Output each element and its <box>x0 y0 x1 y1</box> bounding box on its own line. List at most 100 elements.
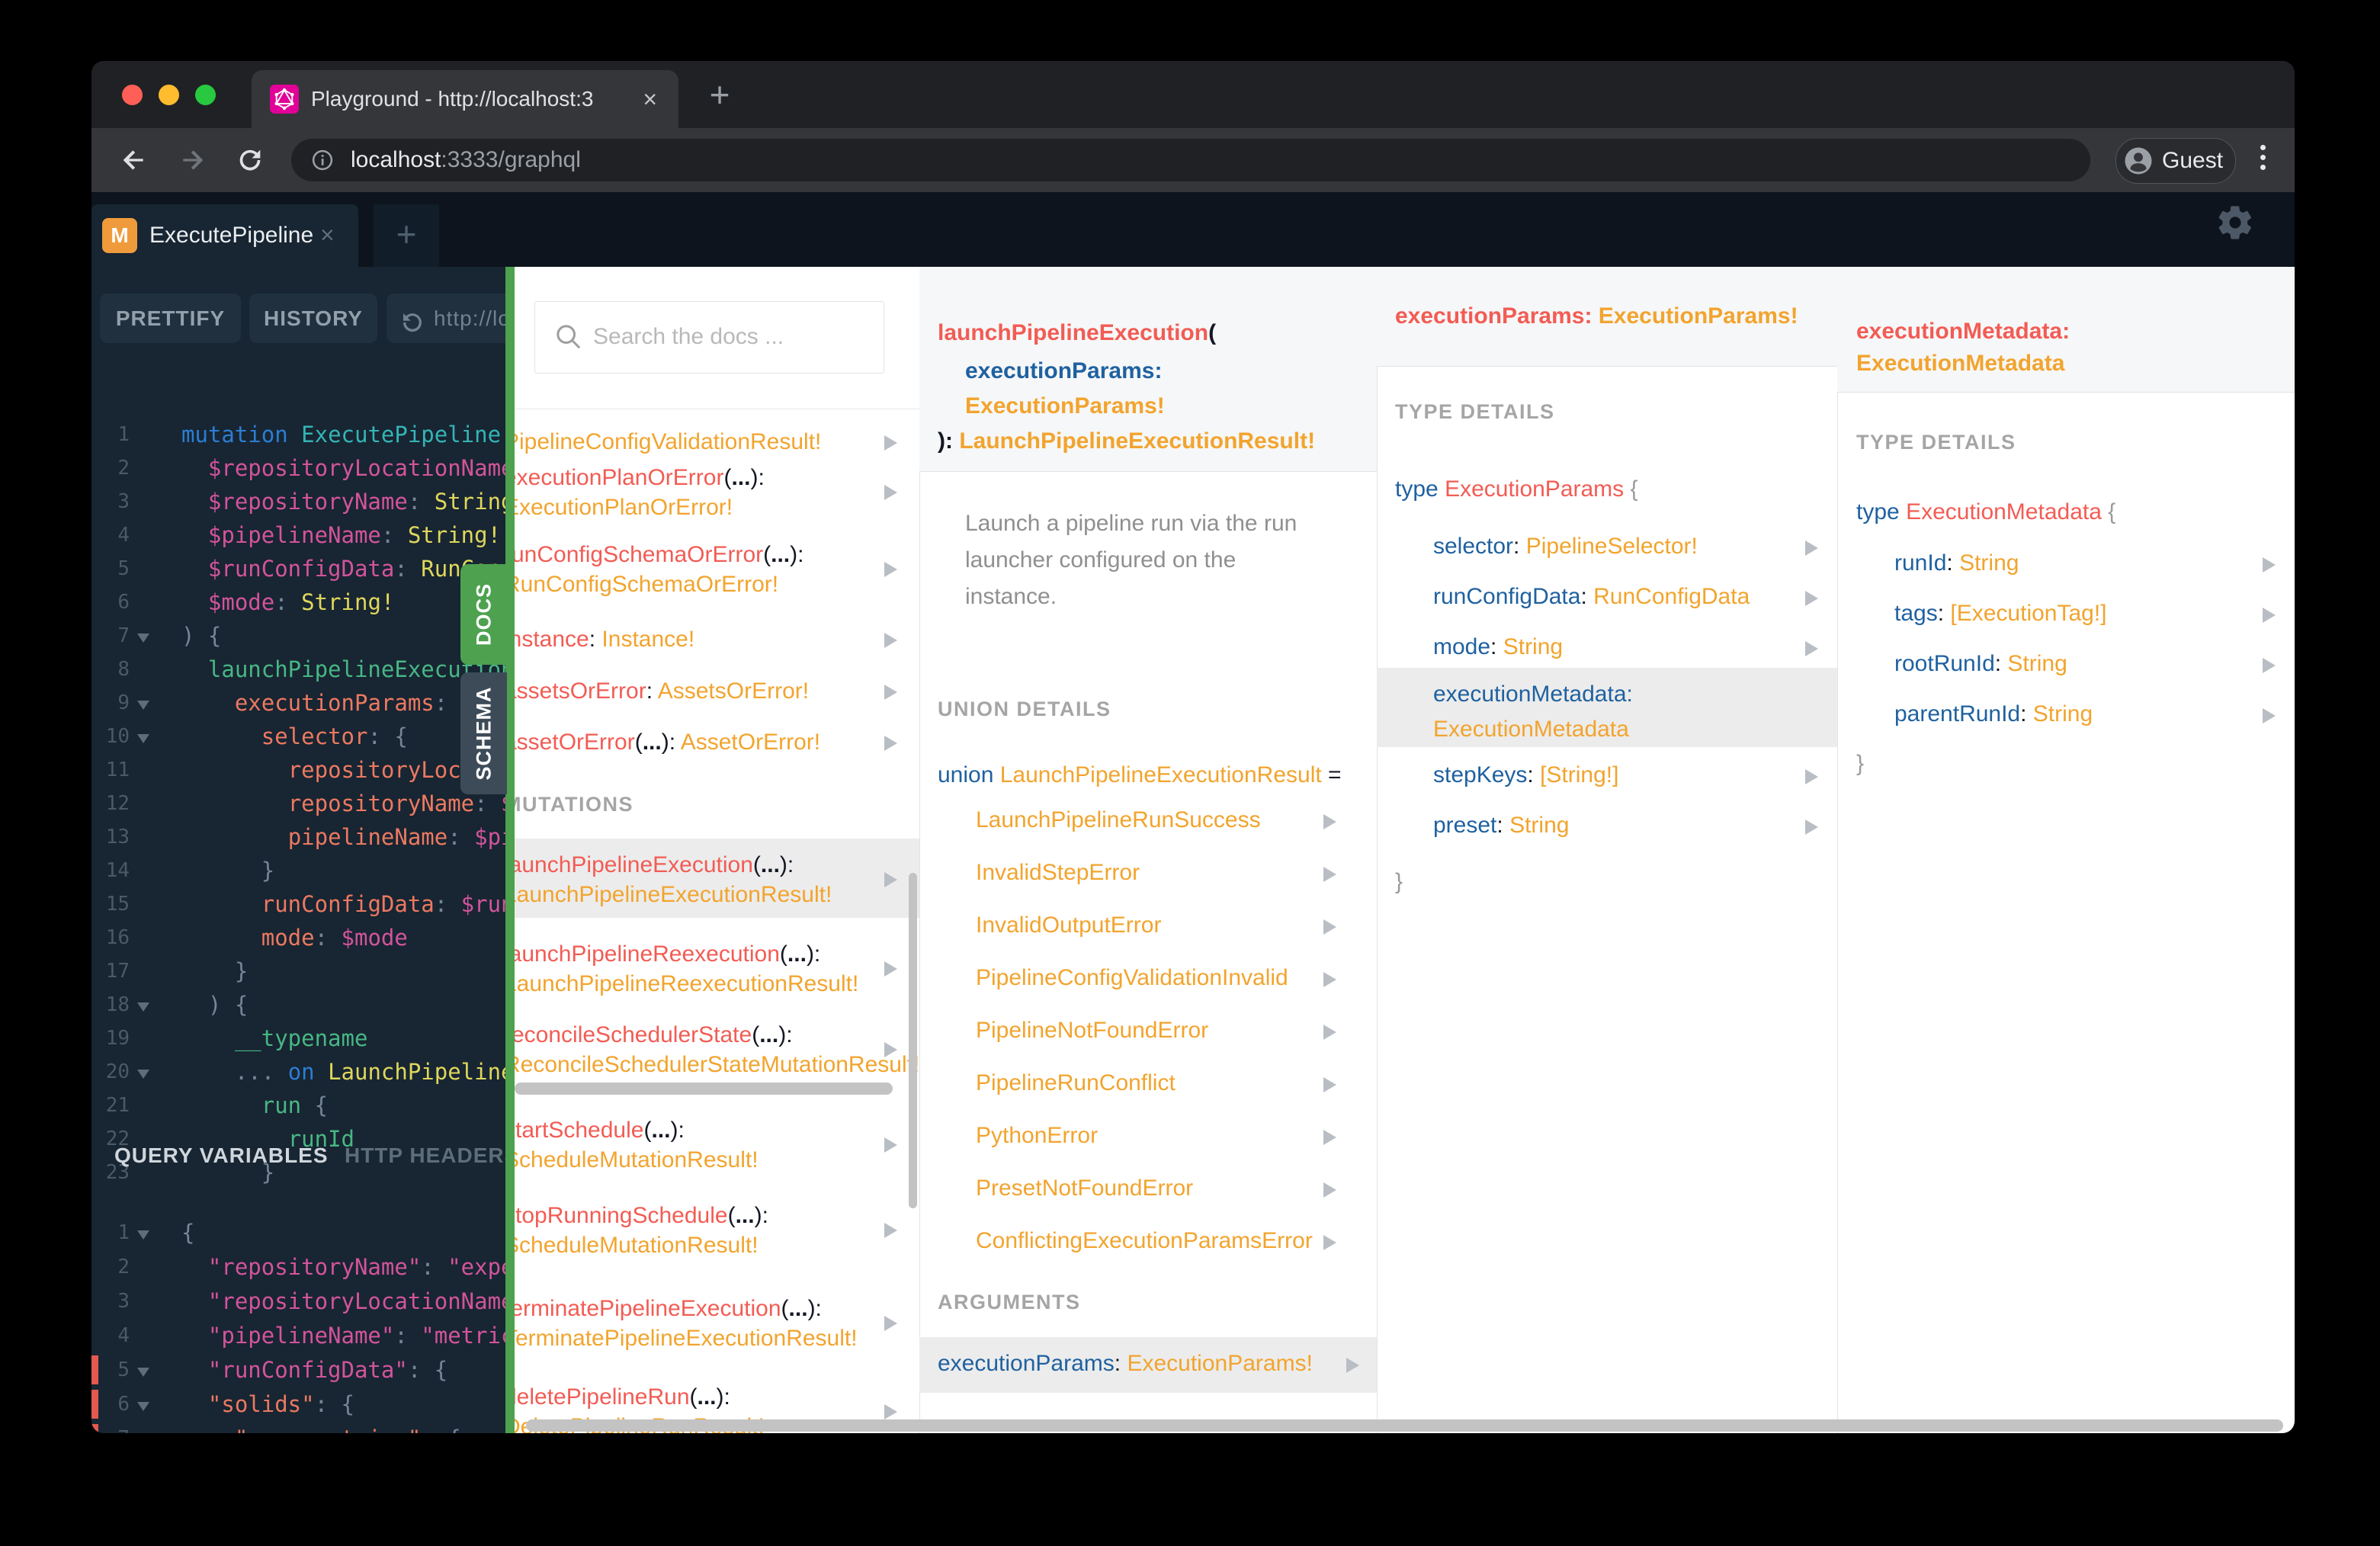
chevron-right-icon[interactable] <box>884 435 897 451</box>
code-line-17[interactable]: 17 } <box>91 954 515 988</box>
settings-gear-icon[interactable] <box>2215 203 2255 246</box>
add-workspace-tab-button[interactable]: + <box>374 204 439 267</box>
chevron-right-icon[interactable] <box>2263 557 2276 573</box>
docs-search-input[interactable] <box>592 308 869 366</box>
fold-arrow-icon[interactable] <box>137 1402 149 1411</box>
chevron-right-icon[interactable] <box>1346 1358 1359 1373</box>
code-line-14[interactable]: 14 } <box>91 854 515 887</box>
code-line-13[interactable]: 13 pipelineName: $pipelineName <box>91 820 515 854</box>
type-declaration: type ExecutionParams { <box>1395 476 1638 502</box>
code-line-11[interactable]: 11 repositoryLocationName: $repositoryLo… <box>91 753 515 787</box>
fold-arrow-icon[interactable] <box>137 1230 149 1240</box>
code-line-10[interactable]: 10 selector: { <box>91 720 515 753</box>
chevron-right-icon[interactable] <box>884 685 897 700</box>
site-info-icon[interactable] <box>311 149 334 175</box>
chevron-right-icon[interactable] <box>884 1404 897 1419</box>
fold-arrow-icon[interactable] <box>137 1368 149 1377</box>
horizontal-scrollbar[interactable] <box>515 1083 893 1095</box>
chevron-right-icon[interactable] <box>2263 708 2276 723</box>
chevron-right-icon[interactable] <box>884 1223 897 1238</box>
code-line-19[interactable]: 19 __typename <box>91 1022 515 1055</box>
chevron-right-icon[interactable] <box>1323 1077 1336 1092</box>
fold-arrow-icon[interactable] <box>137 701 149 710</box>
chevron-right-icon[interactable] <box>884 562 897 577</box>
chevron-right-icon[interactable] <box>884 872 897 887</box>
chevron-right-icon[interactable] <box>884 961 897 977</box>
chevron-right-icon[interactable] <box>884 1137 897 1153</box>
chevron-right-icon[interactable] <box>1323 1025 1336 1040</box>
chevron-right-icon[interactable] <box>2263 608 2276 623</box>
vertical-scrollbar[interactable] <box>909 873 917 1208</box>
prettify-button[interactable]: PRETTIFY <box>100 293 241 343</box>
docs-search-box[interactable] <box>534 301 884 374</box>
chevron-right-icon[interactable] <box>1323 814 1336 829</box>
code-line-2[interactable]: 2 $repositoryLocationName: String! <box>91 451 515 485</box>
code-line-5[interactable]: 5 $runConfigData: RunConfigData! <box>91 552 515 585</box>
chevron-right-icon[interactable] <box>1805 641 1818 656</box>
code-line-1[interactable]: 1 mutation ExecutePipeline( <box>91 418 515 451</box>
chevron-right-icon[interactable] <box>1805 769 1818 784</box>
chevron-right-icon[interactable] <box>2263 658 2276 673</box>
tab-schema[interactable]: SCHEMA <box>460 672 507 794</box>
chevron-right-icon[interactable] <box>1323 1130 1336 1145</box>
zoom-window-button[interactable] <box>195 85 216 105</box>
code-line-6[interactable]: 6 $mode: String! <box>91 585 515 619</box>
code-line-20[interactable]: 20 ... on LaunchPipelineRunSuccess { <box>91 1055 515 1089</box>
code-line-3[interactable]: 3 "repositoryLocationName": <box>91 1285 515 1319</box>
fold-arrow-icon[interactable] <box>137 1070 149 1079</box>
profile-button[interactable]: Guest <box>2115 138 2236 184</box>
address-bar[interactable]: localhost:3333/graphql <box>291 139 2090 181</box>
code-line-2[interactable]: 2 "repositoryName": "exper <box>91 1250 515 1285</box>
line-number: 14 <box>105 859 130 882</box>
code-line-18[interactable]: 18 ) { <box>91 988 515 1022</box>
close-window-button[interactable] <box>122 85 143 105</box>
fold-arrow-icon[interactable] <box>137 734 149 743</box>
docs-horizontal-scrollbar[interactable] <box>526 1419 2283 1432</box>
fold-arrow-icon[interactable] <box>137 633 149 643</box>
chevron-right-icon[interactable] <box>1805 820 1818 835</box>
new-tab-button[interactable]: + <box>695 72 744 120</box>
reload-icon[interactable] <box>235 145 265 179</box>
tab-docs[interactable]: DOCS <box>460 564 507 665</box>
browser-tab[interactable]: Playground - http://localhost:3 × <box>252 70 678 128</box>
workspace-tab[interactable]: M ExecutePipeline × <box>91 204 358 267</box>
chevron-right-icon[interactable] <box>884 1042 897 1057</box>
workspace-tab-close-icon[interactable]: × <box>320 221 335 249</box>
minimize-window-button[interactable] <box>159 85 179 105</box>
chevron-right-icon[interactable] <box>884 1316 897 1331</box>
code-line-21[interactable]: 21 run { <box>91 1089 515 1122</box>
code-line-12[interactable]: 12 repositoryName: $repositoryName <box>91 787 515 820</box>
chevron-right-icon[interactable] <box>884 485 897 500</box>
code-line-4[interactable]: 4 "pipelineName": "metrics <box>91 1319 515 1353</box>
tab-close-icon[interactable]: × <box>643 85 657 114</box>
chevron-right-icon[interactable] <box>884 736 897 751</box>
history-button[interactable]: HISTORY <box>249 293 377 343</box>
code-line-7[interactable]: 7 "save_metrics": { <box>91 1422 515 1433</box>
tab-query-variables[interactable]: QUERY VARIABLES <box>114 1143 329 1168</box>
chevron-right-icon[interactable] <box>1323 972 1336 987</box>
code-line-9[interactable]: 9 executionParams: { <box>91 686 515 720</box>
code-line-3[interactable]: 3 $repositoryName: String! <box>91 485 515 518</box>
chevron-right-icon[interactable] <box>1805 540 1818 556</box>
endpoint-input[interactable]: http://loc <box>387 293 515 343</box>
chevron-right-icon[interactable] <box>1323 1182 1336 1198</box>
chevron-right-icon[interactable] <box>1323 867 1336 882</box>
code-line-5[interactable]: 5 "runConfigData": { <box>91 1353 515 1387</box>
forward-icon[interactable] <box>177 145 207 179</box>
code-line-7[interactable]: 7) { <box>91 619 515 653</box>
chevron-right-icon[interactable] <box>1323 919 1336 935</box>
code-line-4[interactable]: 4 $pipelineName: String! <box>91 518 515 552</box>
tab-http-headers[interactable]: HTTP HEADERS <box>345 1143 515 1168</box>
chevron-right-icon[interactable] <box>884 633 897 648</box>
code-line-8[interactable]: 8 launchPipelineExecution( <box>91 653 515 686</box>
back-icon[interactable] <box>119 145 149 179</box>
fold-arrow-icon[interactable] <box>137 1002 149 1012</box>
code-line-6[interactable]: 6 "solids": { <box>91 1387 515 1422</box>
code-line-16[interactable]: 16 mode: $mode <box>91 921 515 954</box>
endpoint-reload-icon[interactable] <box>399 304 426 354</box>
chevron-right-icon[interactable] <box>1323 1235 1336 1250</box>
chevron-right-icon[interactable] <box>1805 591 1818 606</box>
code-line-1[interactable]: 1{ <box>91 1216 515 1250</box>
browser-menu-icon[interactable] <box>2255 140 2270 175</box>
code-line-15[interactable]: 15 runConfigData: $runConfigData <box>91 887 515 921</box>
